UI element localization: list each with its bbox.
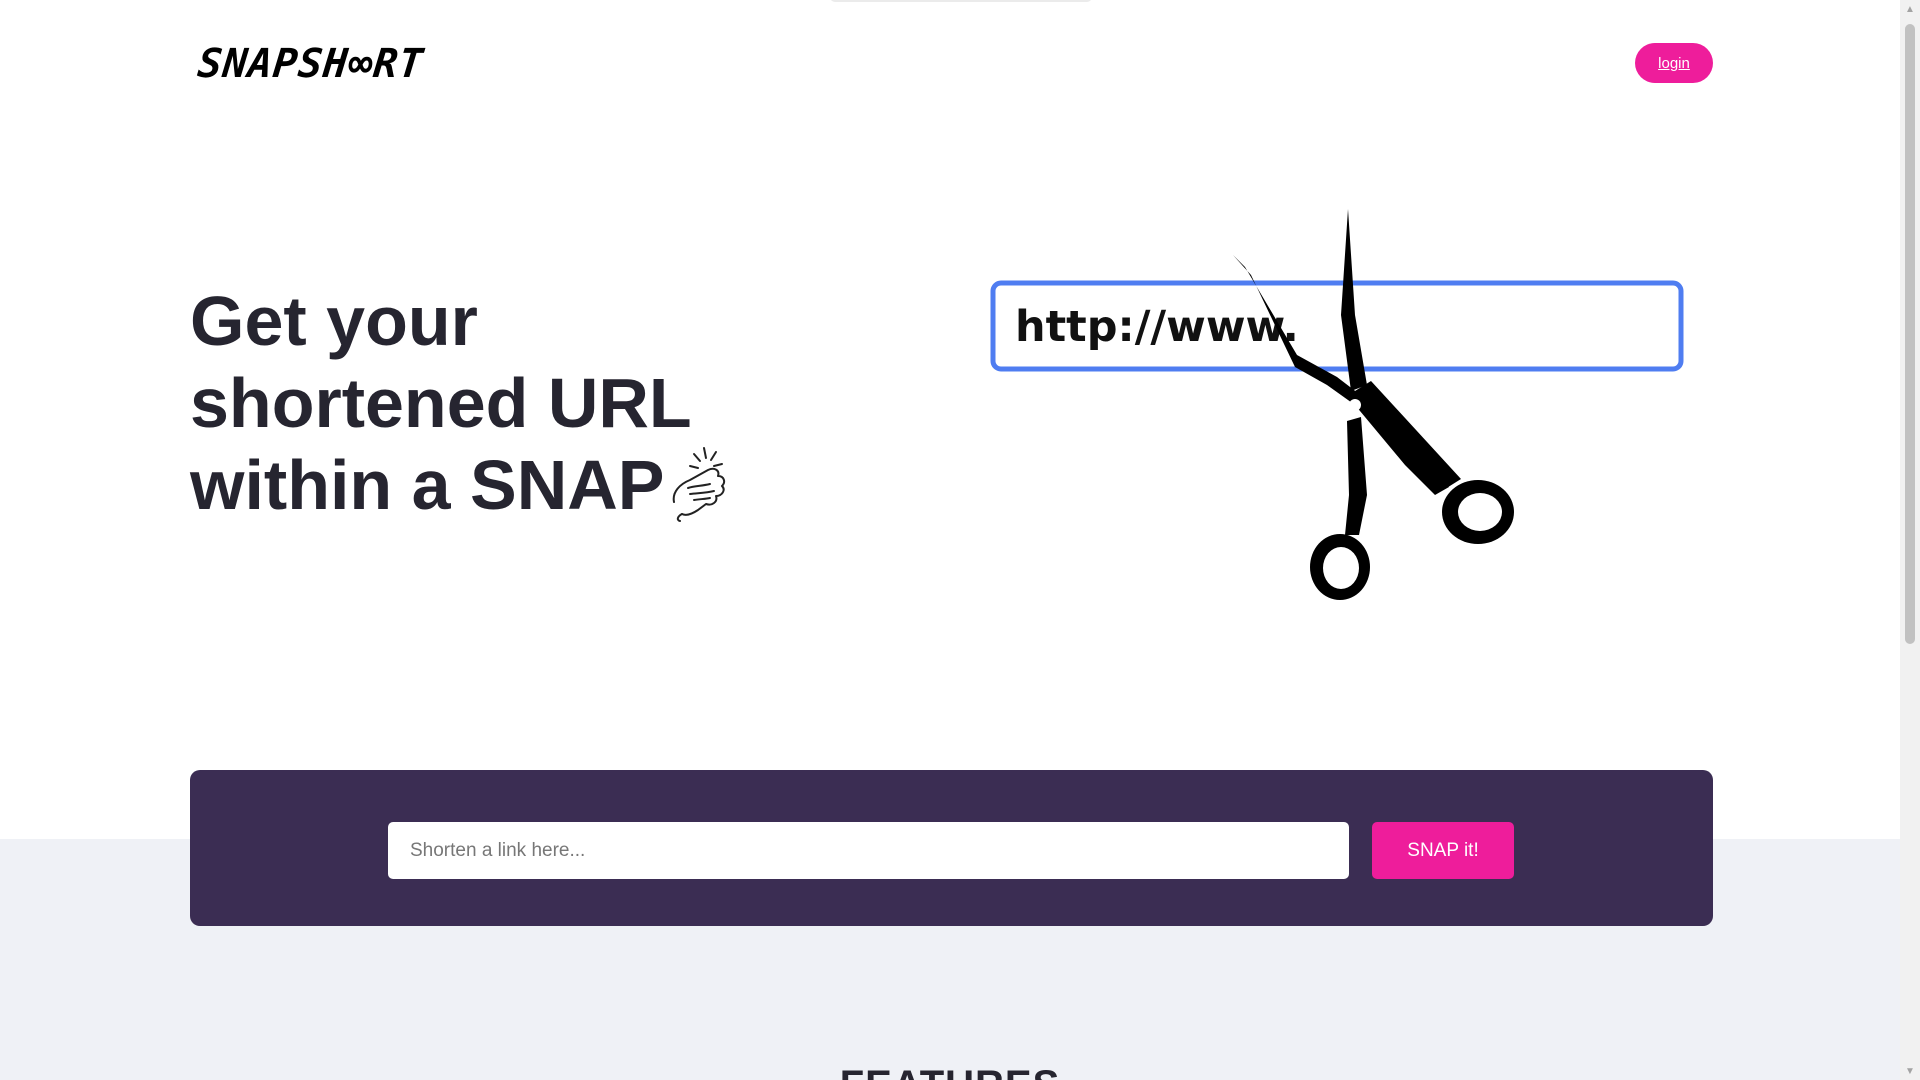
scissors-icon <box>1233 209 1514 600</box>
hero-title-line-1: Get your <box>190 282 478 360</box>
features-heading: FEATURES <box>0 1063 1900 1080</box>
login-button[interactable]: login <box>1635 43 1713 83</box>
shorten-panel: SNAP it! <box>190 770 1713 926</box>
snap-it-button[interactable]: SNAP it! <box>1372 822 1514 879</box>
url-box-text: http://www. <box>1015 302 1299 352</box>
site-header: SNAPSH∞RT login <box>190 40 1713 90</box>
shorten-link-input[interactable] <box>388 822 1349 879</box>
top-decoration <box>830 0 1092 2</box>
logo-text: SNAPSH∞RT <box>195 41 427 87</box>
logo[interactable]: SNAPSH∞RT <box>195 41 427 87</box>
scrollbar-thumb[interactable] <box>1905 24 1915 644</box>
hero-title-line-2: shortened URL <box>190 364 692 442</box>
url-scissors-illustration: http://www. <box>990 209 1684 600</box>
scroll-down-arrow-icon[interactable]: ▼ <box>1900 1062 1920 1080</box>
scrollbar[interactable]: ▲ ▼ <box>1900 0 1920 1080</box>
scroll-up-arrow-icon[interactable]: ▲ <box>1900 0 1920 18</box>
page: SNAPSH∞RT login Get your shortened URL w… <box>0 0 1900 1080</box>
snapping-fingers-icon <box>672 447 726 522</box>
